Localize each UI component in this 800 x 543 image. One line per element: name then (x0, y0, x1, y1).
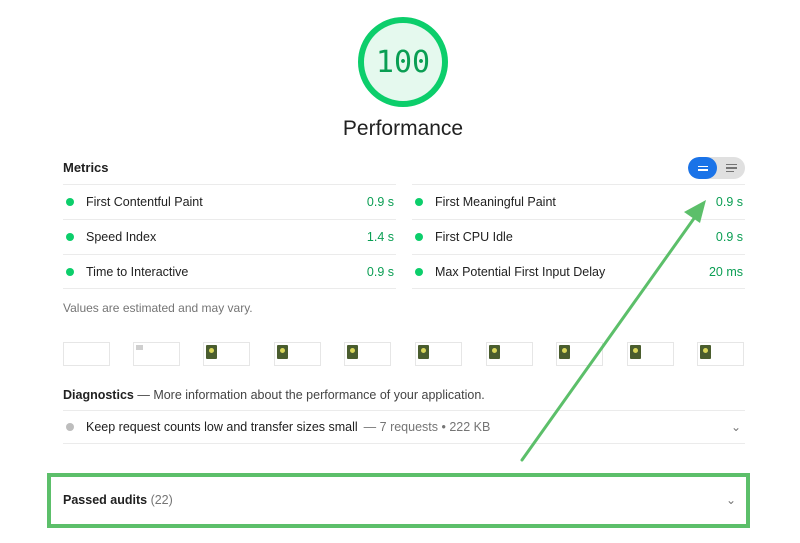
chevron-down-icon[interactable]: ⌄ (726, 493, 736, 507)
metric-label: First Contentful Paint (86, 195, 203, 209)
passed-audits-count: (22) (150, 493, 173, 507)
pass-icon (415, 233, 423, 241)
passed-audits-header: Passed audits (22) (63, 493, 173, 507)
gauge-circle: 100 (358, 17, 448, 107)
metric-value: 20 ms (708, 264, 743, 279)
metric-label: First Meaningful Paint (435, 195, 556, 209)
expanded-view-button[interactable] (717, 157, 745, 179)
filmstrip-frame (133, 342, 180, 366)
passed-audits-label: Passed audits (63, 493, 148, 507)
score-gauge: 100 (358, 17, 448, 107)
compact-view-button[interactable] (688, 157, 717, 179)
pass-icon (415, 267, 423, 276)
filmstrip-frame (556, 342, 603, 366)
metric-value: 1.4 s (366, 230, 394, 244)
filmstrip-frame (344, 342, 391, 366)
metric-label: First CPU Idle (435, 230, 513, 244)
filmstrip-frame (697, 342, 744, 366)
pass-icon (66, 267, 74, 276)
metric-speed-index: Speed Index 1.4 s (63, 219, 396, 254)
filmstrip (63, 342, 747, 366)
score-value: 100 (375, 44, 431, 80)
expanded-list-icon (725, 163, 737, 173)
metric-value: 0.9 s (715, 195, 743, 209)
metric-time-to-interactive: Time to Interactive 0.9 s (63, 254, 396, 289)
metric-first-meaningful-paint: First Meaningful Paint 0.9 s (412, 184, 745, 219)
metric-label: Speed Index (86, 230, 157, 244)
metric-value: 0.9 s (366, 195, 394, 209)
category-title: Performance (342, 117, 464, 140)
diagnostics-title: Diagnostics (63, 388, 134, 402)
pass-icon (66, 233, 74, 241)
chevron-down-icon[interactable]: ⌄ (731, 420, 741, 434)
filmstrip-frame (274, 342, 321, 366)
filmstrip-frame (627, 342, 674, 366)
metrics-header: Metrics (63, 160, 109, 175)
diagnostics-description: — More information about the performance… (137, 388, 485, 402)
metrics-view-toggle[interactable] (688, 157, 745, 179)
metric-label: Max Potential First Input Delay (435, 264, 606, 279)
metric-label: Time to Interactive (86, 264, 189, 279)
metric-max-potential-fid: Max Potential First Input Delay 20 ms (412, 254, 745, 289)
passed-audits-group[interactable]: Passed audits (22) ⌄ (47, 473, 750, 528)
metric-value: 0.9 s (366, 264, 394, 279)
filmstrip-frame (415, 342, 462, 366)
filmstrip-frame (63, 342, 110, 366)
diagnostic-title: Keep request counts low and transfer siz… (86, 420, 358, 434)
metric-value: 0.9 s (715, 230, 743, 244)
diagnostics-header: Diagnostics — More information about the… (63, 388, 485, 402)
metrics-disclaimer: Values are estimated and may vary. (63, 301, 253, 315)
diagnostic-meta: — 7 requests • 222 KB (363, 420, 491, 434)
compact-list-icon (697, 165, 708, 171)
metric-first-cpu-idle: First CPU Idle 0.9 s (412, 219, 745, 254)
metric-first-contentful-paint: First Contentful Paint 0.9 s (63, 184, 396, 219)
metrics-grid: First Contentful Paint 0.9 s First Meani… (63, 184, 745, 289)
pass-icon (66, 198, 74, 206)
diagnostic-item[interactable]: Keep request counts low and transfer siz… (63, 410, 745, 444)
filmstrip-frame (203, 342, 250, 366)
pass-icon (415, 198, 423, 206)
filmstrip-frame (486, 342, 533, 366)
informative-icon (66, 423, 74, 431)
